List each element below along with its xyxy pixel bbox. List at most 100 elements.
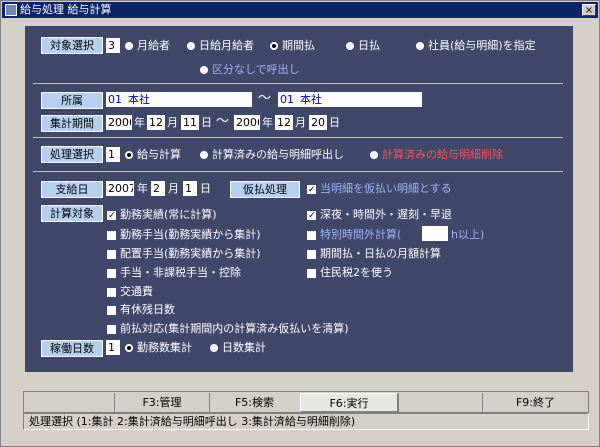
radio-employee-label: 社員(給与明細)を指定 — [428, 39, 536, 52]
period-from-month[interactable]: 12 — [147, 115, 165, 130]
target-select-label: 対象選択 — [41, 37, 103, 54]
period-to-month[interactable]: 12 — [275, 115, 293, 130]
calc-item: 前払対応(集計期間内の計算済み仮払いを清算) — [120, 322, 349, 335]
calc-target-label: 計算対象 — [41, 205, 103, 222]
f3-manage-button[interactable]: F3:管理 — [114, 393, 209, 412]
calc-checkbox[interactable] — [107, 288, 116, 297]
payday-year[interactable]: 2007 — [106, 181, 134, 196]
workdays-label: 稼働日数 — [41, 340, 103, 357]
process-select-input[interactable]: 1 — [106, 147, 120, 162]
calc-checkbox[interactable] — [107, 231, 116, 240]
year-unit: 年 — [134, 116, 145, 129]
month-unit: 月 — [167, 116, 178, 129]
divider — [33, 83, 563, 84]
calc-item: 配置手当(勤務実績から集計) — [120, 247, 261, 260]
radio-day-count-label: 日数集計 — [222, 341, 266, 354]
provisional-label: 仮払処理 — [230, 181, 300, 198]
radio-delete[interactable] — [370, 151, 378, 159]
calc-checkbox[interactable] — [107, 325, 116, 334]
radio-monthly[interactable] — [125, 42, 133, 50]
calc-checkbox[interactable]: ✓ — [107, 211, 116, 221]
radio-period-label: 期間払 — [282, 39, 315, 52]
divider — [33, 137, 563, 138]
provisional-checkbox-label: 当明細を仮払い明細とする — [320, 182, 452, 195]
radio-daily-monthly-label: 日給月給者 — [199, 39, 254, 52]
app-icon — [5, 4, 17, 16]
calc-checkbox-right[interactable] — [307, 250, 316, 259]
title-bar: 給与処理 給与計算 × — [2, 2, 598, 18]
calc-checkbox-right[interactable] — [307, 269, 316, 278]
day-unit: 日 — [201, 116, 212, 129]
period-to-day[interactable]: 20 — [309, 115, 327, 130]
fkey-empty — [398, 393, 482, 412]
radio-no-category[interactable] — [200, 66, 208, 74]
affiliation-label: 所属 — [41, 92, 103, 109]
day-unit: 日 — [200, 182, 211, 195]
period-tilde: 〜 — [216, 114, 230, 129]
period-to-year[interactable]: 2006 — [234, 115, 260, 130]
calc-item: 交通費 — [120, 285, 153, 298]
provisional-checkbox[interactable]: ✓ — [307, 185, 316, 195]
calc-item-right: 期間払・日払の月額計算 — [320, 247, 441, 260]
calc-item-right: 特別時間外計算( — [320, 228, 402, 241]
radio-work-count-label: 勤務数集計 — [137, 341, 192, 354]
main-window: 給与処理 給与計算 × 対象選択 3 月給者 日給月給者 期間払 日払 社員(給… — [0, 0, 600, 447]
month-unit: 月 — [168, 182, 179, 195]
affiliation-tilde: 〜 — [258, 91, 272, 106]
payday-month[interactable]: 2 — [151, 181, 165, 196]
month-unit: 月 — [295, 116, 306, 129]
target-select-input[interactable]: 3 — [106, 38, 120, 53]
radio-calc-label: 給与計算 — [137, 148, 181, 161]
radio-no-category-label: 区分なしで呼出し — [212, 63, 300, 76]
radio-daily-monthly[interactable] — [187, 42, 195, 50]
affiliation-from-code[interactable]: 01 — [106, 92, 126, 107]
calc-item-right: 住民税2を使う — [320, 266, 393, 279]
radio-monthly-label: 月給者 — [137, 39, 170, 52]
payday-label: 支給日 — [41, 181, 103, 198]
period-label: 集計期間 — [41, 115, 103, 132]
radio-delete-label: 計算済みの給与明細削除 — [382, 148, 503, 161]
f6-execute-button[interactable]: F6:実行 — [300, 393, 398, 412]
calc-item: 有休残日数 — [120, 303, 175, 316]
divider — [33, 171, 563, 172]
fkey-empty — [24, 393, 114, 412]
payday-day[interactable]: 1 — [183, 181, 197, 196]
workdays-input[interactable]: 1 — [106, 340, 120, 355]
calc-item: 勤務手当(勤務実績から集計) — [120, 228, 261, 241]
special-hours-unit: h以上) — [451, 228, 485, 241]
f9-exit-button[interactable]: F9:終了 — [482, 393, 588, 412]
process-select-label: 処理選択 — [41, 146, 103, 163]
radio-day-count[interactable] — [210, 344, 218, 352]
radio-recall[interactable] — [200, 151, 208, 159]
calc-checkbox-right[interactable]: ✓ — [307, 211, 316, 221]
function-key-bar: F3:管理 F5:検索 F6:実行 F9:終了 — [23, 391, 589, 413]
radio-employee[interactable] — [416, 42, 424, 50]
radio-work-count[interactable] — [125, 344, 133, 352]
year-unit: 年 — [262, 116, 273, 129]
affiliation-from-name[interactable]: 本社 — [126, 92, 252, 107]
affiliation-to-name[interactable]: 本社 — [298, 92, 422, 107]
calc-checkbox[interactable] — [107, 306, 116, 315]
form-panel: 対象選択 3 月給者 日給月給者 期間払 日払 社員(給与明細)を指定 区分なし… — [25, 26, 573, 372]
period-from-day[interactable]: 11 — [181, 115, 199, 130]
close-button[interactable]: × — [582, 4, 596, 16]
radio-period[interactable] — [270, 42, 278, 50]
status-bar: 処理選択 (1:集計 2:集計済給与明細呼出し 3:集計済給与明細削除) — [23, 413, 589, 430]
calc-checkbox[interactable] — [107, 269, 116, 278]
special-hours-input[interactable] — [422, 226, 448, 241]
calc-checkbox-right[interactable] — [307, 231, 316, 240]
calc-item: 手当・非課税手当・控除 — [120, 266, 241, 279]
radio-recall-label: 計算済みの給与明細呼出し — [212, 148, 344, 161]
day-unit: 日 — [329, 116, 340, 129]
year-unit: 年 — [137, 182, 148, 195]
calc-item: 勤務実績(常に計算) — [120, 208, 217, 221]
affiliation-to-code[interactable]: 01 — [278, 92, 298, 107]
radio-calc[interactable] — [125, 151, 133, 159]
radio-daily-label: 日払 — [358, 39, 380, 52]
window-title: 給与処理 給与計算 — [20, 3, 112, 16]
radio-daily[interactable] — [346, 42, 354, 50]
calc-checkbox[interactable] — [107, 250, 116, 259]
calc-item-right: 深夜・時間外・遅刻・早退 — [320, 208, 452, 221]
f5-search-button[interactable]: F5:検索 — [209, 393, 299, 412]
period-from-year[interactable]: 2006 — [106, 115, 132, 130]
